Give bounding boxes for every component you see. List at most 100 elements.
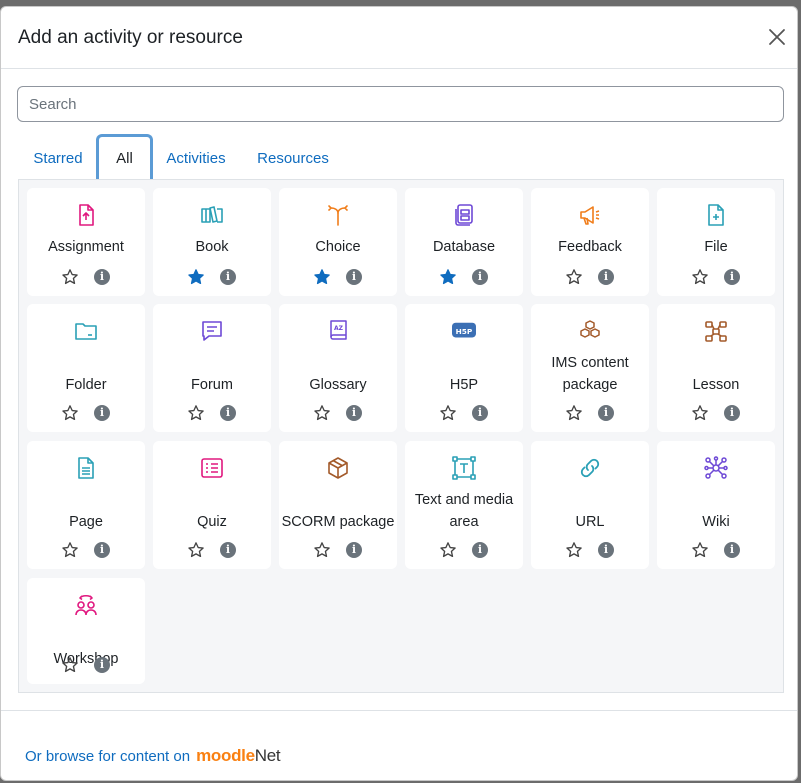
tab-resources[interactable]: Resources [248,135,338,179]
activity-label: Quiz [197,514,227,530]
star-outline-icon[interactable] [313,404,331,422]
star-outline-icon[interactable] [691,541,709,559]
star-outline-icon[interactable] [313,541,331,559]
feedback-icon [578,203,602,227]
star-filled-icon[interactable] [313,268,331,286]
info-icon[interactable]: i [94,405,110,421]
info-icon[interactable]: i [472,542,488,558]
activity-item-scorm-package[interactable]: SCORM package i [279,441,397,569]
info-icon[interactable]: i [346,542,362,558]
info-icon[interactable]: i [346,269,362,285]
activity-chooser-modal: Add an activity or resource Starred All … [0,6,798,781]
activity-item-feedback[interactable]: Feedback i [531,188,649,296]
quiz-icon [200,456,224,480]
moodlenet-logo: moodleNet [196,746,281,765]
star-filled-icon[interactable] [439,268,457,286]
activity-label: URL [575,514,605,530]
browse-text: Or browse for content on [25,747,191,765]
activity-item-text-and-media-area[interactable]: Text and media area i [405,441,523,569]
activity-label: Choice [315,239,361,255]
activity-item-page[interactable]: Page i [27,441,145,569]
info-icon[interactable]: i [598,405,614,421]
activity-item-book[interactable]: Book i [153,188,271,296]
activity-label: Assignment [48,239,124,255]
star-filled-icon[interactable] [187,268,205,286]
star-outline-icon[interactable] [565,541,583,559]
activity-label: Database [432,239,496,255]
modal-title: Add an activity or resource [18,27,243,48]
star-outline-icon[interactable] [439,541,457,559]
info-icon[interactable]: i [220,405,236,421]
star-outline-icon[interactable] [187,541,205,559]
star-outline-icon[interactable] [61,541,79,559]
activity-label: Feedback [558,239,622,255]
activity-item-glossary[interactable]: AZ Glossary i [279,304,397,432]
ims-package-icon [578,319,602,343]
activity-grid: Assignment i Book i Choice i Database i Feedback… [18,179,784,693]
forum-icon [200,319,224,343]
activity-label: Wiki [702,514,730,530]
activity-label: Page [69,514,103,530]
activity-label: File [704,239,728,255]
info-icon[interactable]: i [94,657,110,673]
info-icon[interactable]: i [472,269,488,285]
activity-item-wiki[interactable]: Wiki i [657,441,775,569]
info-icon[interactable]: i [94,269,110,285]
activity-item-url[interactable]: URL i [531,441,649,569]
activity-item-forum[interactable]: Forum i [153,304,271,432]
search-input[interactable] [17,86,784,122]
star-outline-icon[interactable] [61,656,79,674]
page-icon [74,456,98,480]
url-icon [578,456,602,480]
activity-item-file[interactable]: File i [657,188,775,296]
star-outline-icon[interactable] [691,268,709,286]
modal-header: Add an activity or resource [1,7,797,69]
activity-label: Workshop [53,651,119,667]
svg-text:AZ: AZ [334,325,344,332]
choice-icon [326,203,350,227]
activity-label: Lesson [692,377,740,393]
workshop-icon [74,593,98,617]
file-icon [704,203,728,227]
tab-starred[interactable]: Starred [18,135,98,179]
info-icon[interactable]: i [472,405,488,421]
activity-item-assignment[interactable]: Assignment i [27,188,145,296]
moodlenet-link[interactable]: Or browse for content on moodleNet [25,746,281,766]
info-icon[interactable]: i [94,542,110,558]
info-icon[interactable]: i [220,542,236,558]
info-icon[interactable]: i [598,269,614,285]
wiki-icon [704,456,728,480]
activity-label: H5P [449,377,479,393]
info-icon[interactable]: i [598,542,614,558]
activity-item-h5p[interactable]: H5P H5P i [405,304,523,432]
star-outline-icon[interactable] [565,404,583,422]
glossary-icon: AZ [326,319,350,343]
info-icon[interactable]: i [724,405,740,421]
star-outline-icon[interactable] [439,404,457,422]
activity-label: Text and media area [414,492,514,530]
star-outline-icon[interactable] [187,404,205,422]
activity-label: SCORM package [281,514,395,530]
tab-activities[interactable]: Activities [156,135,236,179]
activity-item-ims-content-package[interactable]: IMS content package i [531,304,649,432]
close-button[interactable] [765,25,789,49]
activity-item-quiz[interactable]: Quiz i [153,441,271,569]
star-outline-icon[interactable] [565,268,583,286]
info-icon[interactable]: i [724,269,740,285]
tab-all[interactable]: All [96,134,153,181]
star-outline-icon[interactable] [61,268,79,286]
activity-item-lesson[interactable]: Lesson i [657,304,775,432]
book-icon [200,203,224,227]
assignment-icon [74,203,98,227]
activity-item-database[interactable]: Database i [405,188,523,296]
activity-item-workshop[interactable]: Workshop i [27,578,145,684]
info-icon[interactable]: i [220,269,236,285]
database-icon [452,203,476,227]
info-icon[interactable]: i [724,542,740,558]
svg-text:H5P: H5P [456,327,473,336]
activity-item-folder[interactable]: Folder i [27,304,145,432]
info-icon[interactable]: i [346,405,362,421]
star-outline-icon[interactable] [61,404,79,422]
activity-item-choice[interactable]: Choice i [279,188,397,296]
star-outline-icon[interactable] [691,404,709,422]
